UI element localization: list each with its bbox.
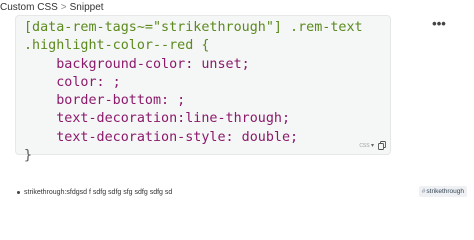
- tag-name: strikethrough: [426, 188, 464, 195]
- tag-pill[interactable]: # strikethrough: [418, 186, 467, 197]
- language-selector[interactable]: CSS ▾: [359, 142, 374, 149]
- code-line-8: }: [24, 148, 33, 164]
- copy-icon[interactable]: [378, 141, 386, 150]
- code-content: [data-rem-tags~="strikethrough"] .rem-te…: [24, 19, 363, 165]
- bullet-label: strikethrough: [24, 188, 65, 196]
- language-label: CSS: [359, 143, 370, 149]
- breadcrumb-current[interactable]: Snippet: [70, 2, 104, 13]
- code-line-3: background-color: unset;: [24, 56, 250, 72]
- code-line-7: text-decoration-style: double;: [24, 129, 299, 145]
- breadcrumb-separator: >: [60, 1, 67, 13]
- bullet-point: [17, 190, 20, 194]
- chevron-down-icon: ▾: [370, 143, 374, 149]
- code-footer: CSS ▾: [359, 141, 386, 150]
- list-item[interactable]: strikethrough : sfdgsd f sdfg sdfg sfg s…: [17, 186, 467, 198]
- code-line-5: border-bottom: ;: [24, 93, 186, 109]
- breadcrumb: Custom CSS > Snippet: [0, 0, 104, 14]
- more-options-button[interactable]: •••: [432, 15, 446, 31]
- code-line-1: [data-rem-tags~="strikethrough"] .rem-te…: [24, 20, 363, 35]
- breadcrumb-parent[interactable]: Custom CSS: [0, 2, 58, 13]
- code-line-2: .highlight-color--red {: [24, 38, 210, 54]
- code-line-4: color: ;: [24, 74, 121, 90]
- more-horizontal-icon: •••: [432, 15, 446, 31]
- code-line-6: text-decoration:line-through;: [24, 111, 291, 127]
- code-block[interactable]: [data-rem-tags~="strikethrough"] .rem-te…: [15, 15, 391, 163]
- bullet-text: sfdgsd f sdfg sdfg sfg sdfg sdfg sd: [66, 188, 173, 196]
- tag-hash: #: [421, 188, 426, 195]
